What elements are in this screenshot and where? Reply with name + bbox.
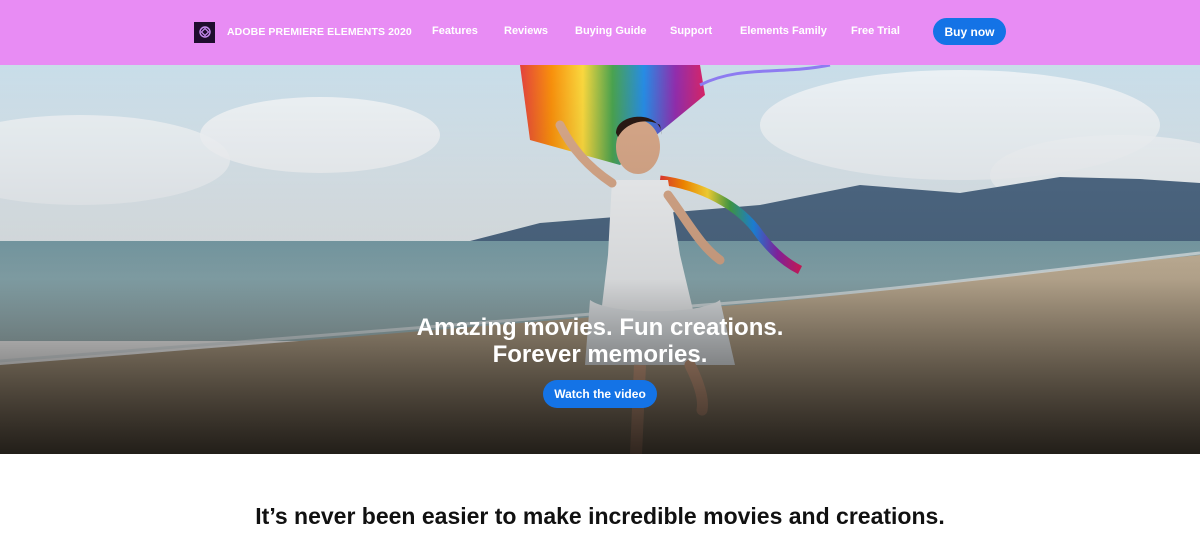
nav-link-support[interactable]: Support [670, 25, 712, 37]
premiere-elements-logo-icon [194, 21, 215, 43]
brand-name: ADOBE PREMIERE ELEMENTS 2020 [227, 26, 412, 38]
nav-link-elements-family[interactable]: Elements Family [740, 25, 827, 37]
nav-link-features[interactable]: Features [432, 25, 478, 37]
nav-link-free-trial[interactable]: Free Trial [851, 25, 900, 37]
hero-headline-line-1: Amazing movies. Fun creations. [416, 314, 784, 341]
buy-now-button[interactable]: Buy now [933, 18, 1006, 45]
brand[interactable]: ADOBE PREMIERE ELEMENTS 2020 [194, 21, 412, 43]
site-header: ADOBE PREMIERE ELEMENTS 2020 Features Re… [0, 0, 1200, 65]
nav-link-buying-guide[interactable]: Buying Guide [575, 25, 647, 37]
hero-headline: Amazing movies. Fun creations. Forever m… [0, 314, 1200, 368]
section-heading: It’s never been easier to make incredibl… [255, 503, 945, 529]
hero-banner: Amazing movies. Fun creations. Forever m… [0, 65, 1200, 454]
nav-link-reviews[interactable]: Reviews [504, 25, 548, 37]
hero-headline-line-2: Forever memories. [492, 341, 708, 368]
watch-video-button[interactable]: Watch the video [543, 380, 657, 408]
